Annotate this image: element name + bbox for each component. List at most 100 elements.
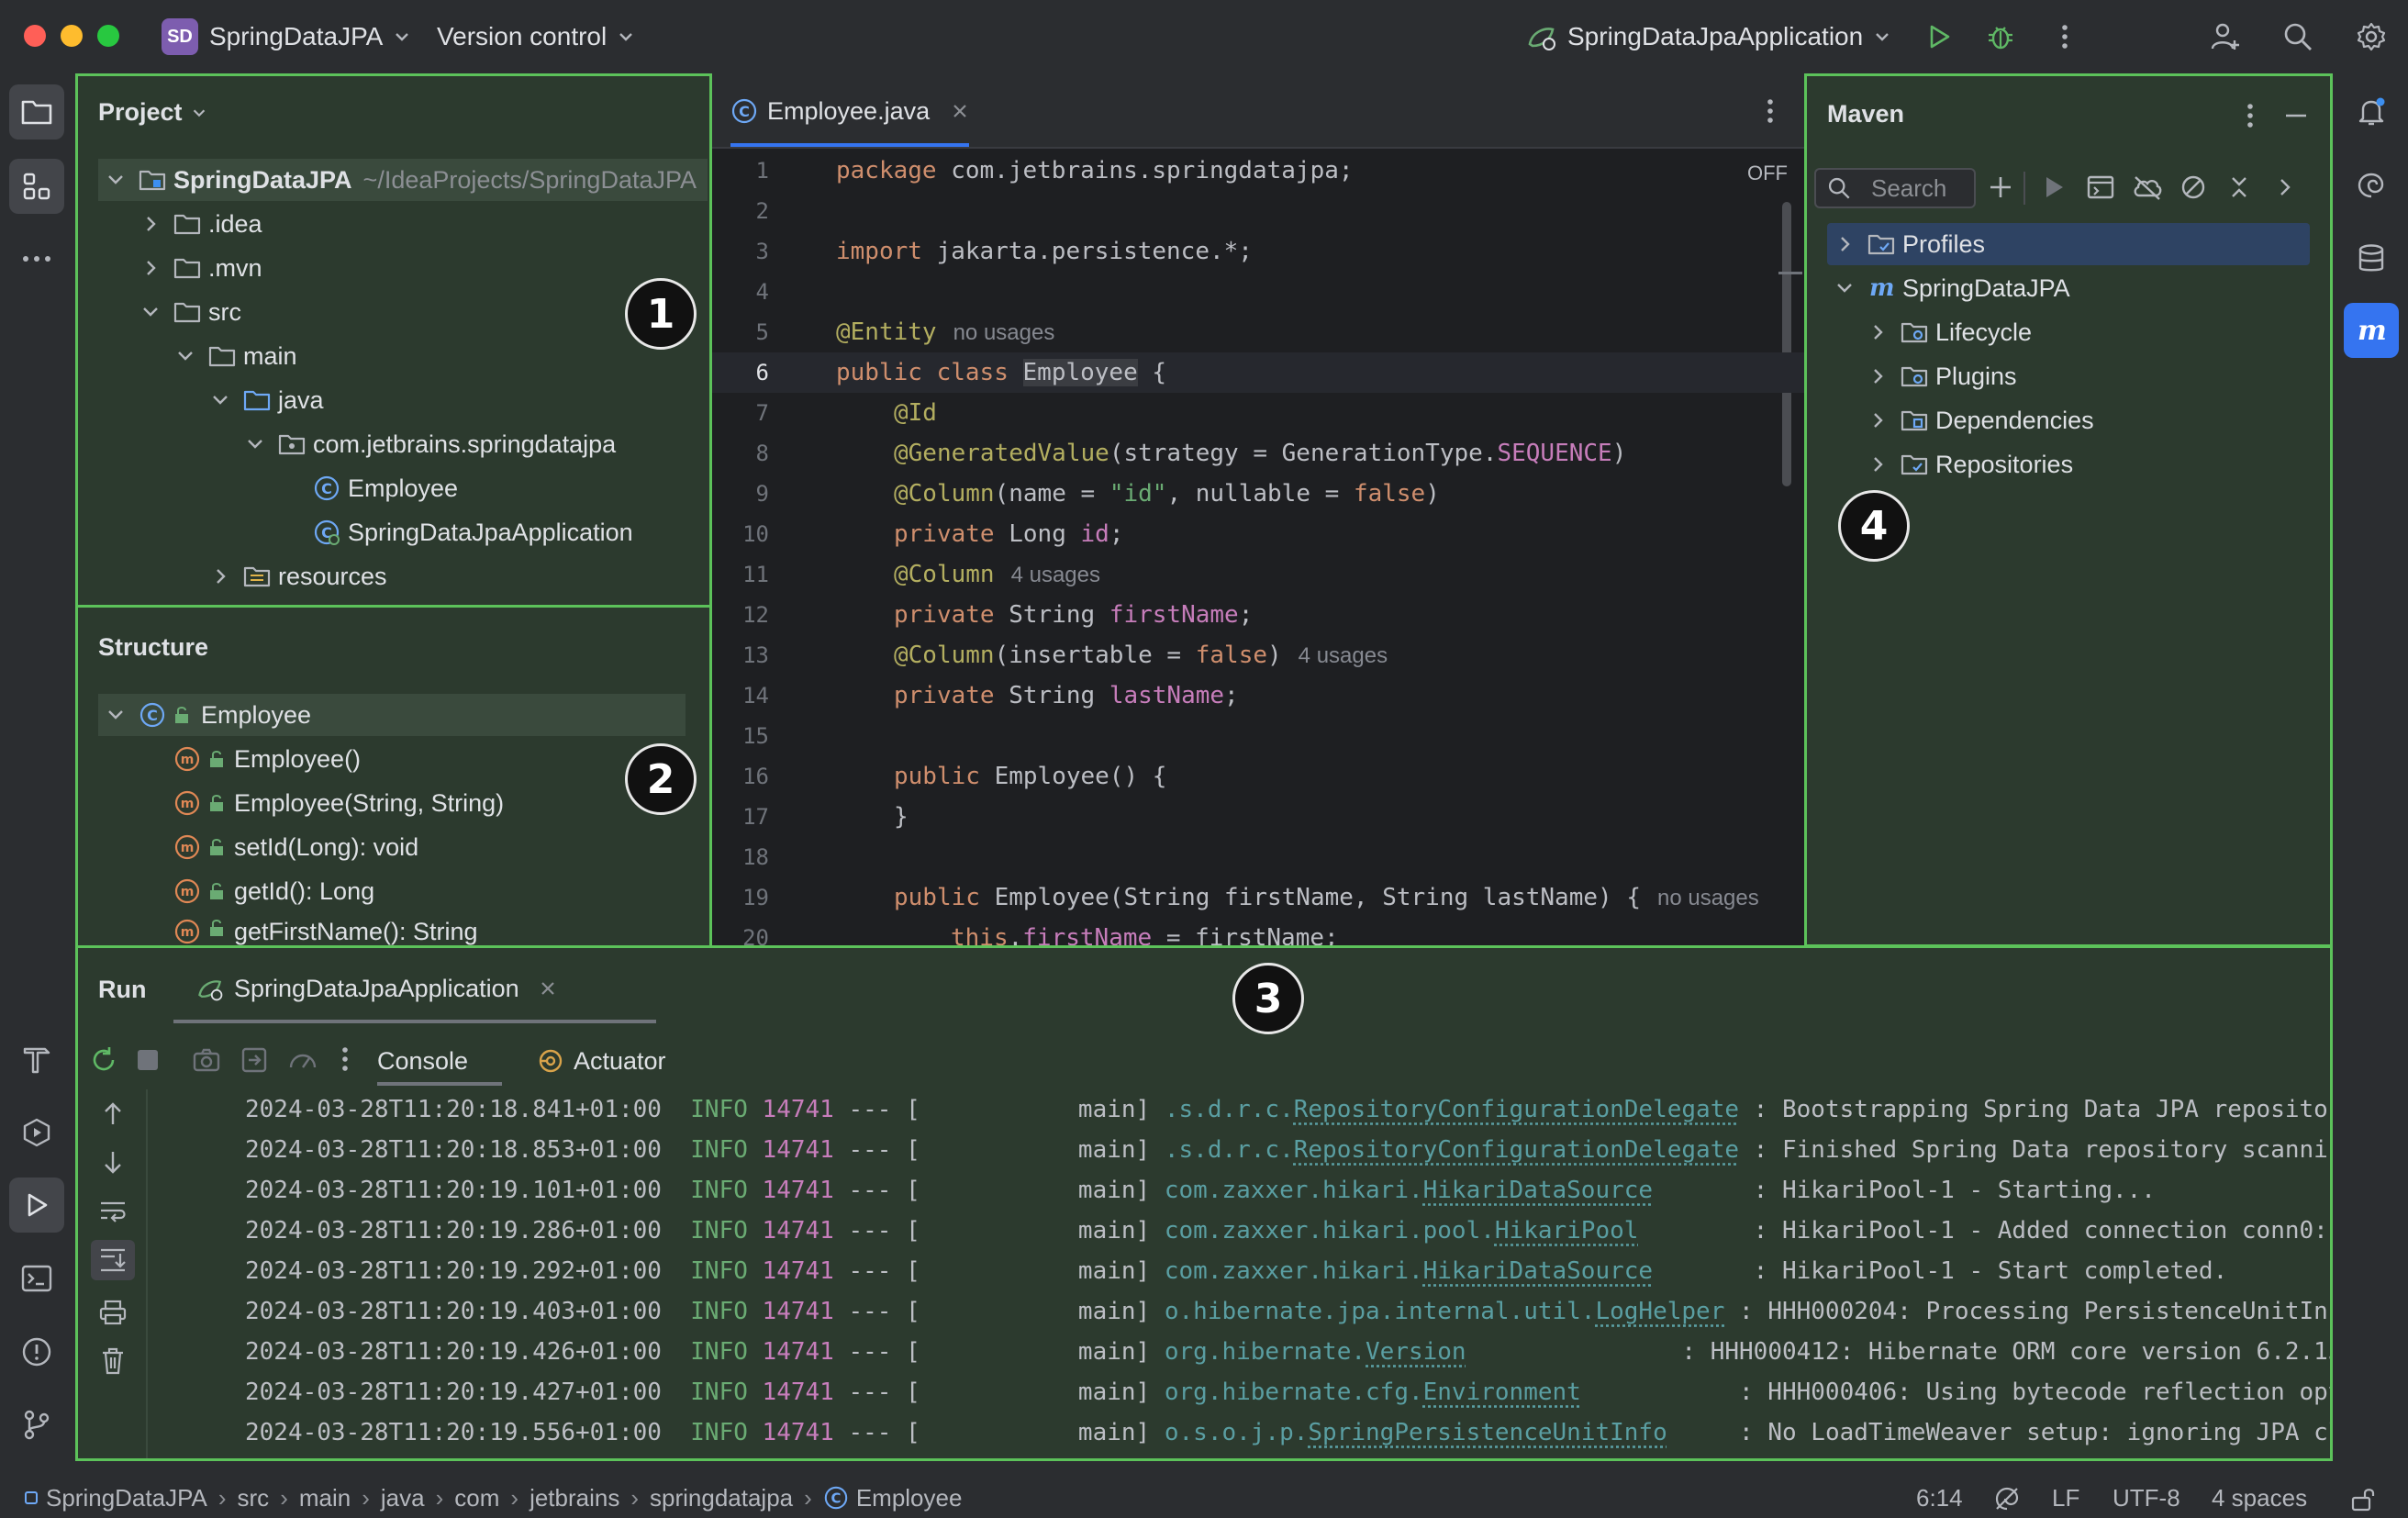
usages-hint[interactable]: 4 usages bbox=[1011, 563, 1100, 587]
tree-item-main[interactable]: main bbox=[175, 335, 297, 377]
unlock-icon[interactable] bbox=[2349, 1485, 2377, 1512]
debug-button[interactable] bbox=[1982, 18, 2019, 55]
tree-item-resources[interactable]: resources bbox=[210, 555, 387, 597]
close-window-button[interactable] bbox=[24, 25, 46, 47]
maven-tree-project[interactable]: m SpringDataJPA bbox=[1834, 267, 2070, 309]
tab-actuator[interactable]: Actuator bbox=[537, 1042, 666, 1080]
more-tools-button[interactable] bbox=[9, 231, 64, 286]
collapse-all-icon[interactable] bbox=[2225, 173, 2253, 201]
tree-item-src[interactable]: src bbox=[140, 291, 241, 333]
chevron-right-icon[interactable] bbox=[2275, 175, 2295, 199]
structure-item-class[interactable]: C Employee bbox=[98, 694, 686, 736]
database-tool-button[interactable] bbox=[2344, 231, 2399, 286]
maven-tree-profiles[interactable]: Profiles bbox=[1827, 223, 2310, 265]
breadcrumb-item[interactable]: com bbox=[454, 1484, 499, 1512]
more-vertical-icon[interactable] bbox=[1766, 97, 1775, 125]
caret-position[interactable]: 6:14 bbox=[1916, 1484, 1963, 1512]
skip-tests-icon[interactable] bbox=[2179, 173, 2207, 201]
build-tool-button[interactable] bbox=[9, 1032, 64, 1087]
ai-off-icon[interactable] bbox=[1993, 1485, 2021, 1512]
more-vertical-icon[interactable] bbox=[340, 1045, 350, 1073]
tree-item-java[interactable]: java bbox=[210, 379, 324, 421]
camera-icon[interactable] bbox=[192, 1045, 221, 1075]
maven-tree-dependencies[interactable]: Dependencies bbox=[1867, 399, 2094, 441]
structure-item-method[interactable]: m getFirstName(): String bbox=[173, 914, 478, 945]
usages-hint[interactable]: 4 usages bbox=[1299, 643, 1388, 668]
maven-tool-button[interactable]: m bbox=[2344, 303, 2399, 358]
project-view-selector[interactable]: Project bbox=[98, 98, 208, 127]
maven-tree-plugins[interactable]: Plugins bbox=[1867, 355, 2017, 397]
breadcrumb-item[interactable]: SpringDataJPA bbox=[46, 1484, 207, 1512]
log-logger-link[interactable]: o.hibernate.jpa.internal.util.LogHelper bbox=[1165, 1298, 1725, 1325]
play-icon[interactable] bbox=[2040, 173, 2068, 201]
tree-item-mvn[interactable]: .mvn bbox=[140, 247, 262, 289]
breadcrumb-item[interactable]: java bbox=[381, 1484, 425, 1512]
run-button[interactable] bbox=[1921, 18, 1957, 55]
usages-hint[interactable]: no usages bbox=[1657, 886, 1759, 910]
terminal-tool-button[interactable] bbox=[9, 1251, 64, 1306]
more-vertical-icon[interactable] bbox=[2246, 102, 2255, 129]
run-tab-application[interactable]: SpringDataJpaApplication bbox=[195, 966, 556, 1010]
code-with-me-button[interactable] bbox=[2207, 18, 2244, 55]
search-everywhere-button[interactable] bbox=[2280, 18, 2316, 55]
log-logger-link[interactable]: .s.d.r.c.RepositoryConfigurationDelegate bbox=[1165, 1136, 1739, 1164]
log-logger-link[interactable]: o.s.o.j.p.SpringPersistenceUnitInfo bbox=[1165, 1419, 1667, 1446]
structure-item-method[interactable]: m setId(Long): void bbox=[173, 826, 418, 868]
tree-item-application[interactable]: C SpringDataJpaApplication bbox=[313, 511, 633, 553]
project-tool-button[interactable] bbox=[9, 84, 64, 140]
breadcrumb-item[interactable]: src bbox=[238, 1484, 270, 1512]
code-area[interactable]: 1 package com.jetbrains.springdatajpa; 2 … bbox=[712, 151, 1806, 945]
structure-tool-button[interactable] bbox=[9, 159, 64, 214]
breadcrumb-item[interactable]: jetbrains bbox=[530, 1484, 619, 1512]
close-icon[interactable] bbox=[540, 980, 556, 997]
log-logger-link[interactable]: com.zaxxer.hikari.pool.HikariPool bbox=[1165, 1217, 1639, 1245]
profiler-icon[interactable] bbox=[287, 1045, 318, 1075]
editor-tab-employee[interactable]: C Employee.java bbox=[730, 90, 968, 132]
line-separator[interactable]: LF bbox=[2052, 1484, 2079, 1512]
tree-item-idea[interactable]: .idea bbox=[140, 203, 262, 245]
log-logger-link[interactable]: org.hibernate.cfg.Environment bbox=[1165, 1378, 1581, 1406]
project-switcher[interactable]: SD SpringDataJPA bbox=[162, 17, 412, 57]
tab-console[interactable]: Console bbox=[377, 1042, 468, 1080]
log-logger-link[interactable]: org.hibernate.Version bbox=[1165, 1338, 1466, 1366]
export-icon[interactable] bbox=[240, 1045, 269, 1075]
log-logger-link[interactable]: com.zaxxer.hikari.HikariDataSource bbox=[1165, 1177, 1653, 1204]
offline-mode-icon[interactable] bbox=[2132, 173, 2163, 201]
add-icon[interactable] bbox=[1987, 173, 2014, 201]
maven-tree-lifecycle[interactable]: Lifecycle bbox=[1867, 311, 2032, 353]
structure-item-method[interactable]: m Employee() bbox=[173, 738, 361, 780]
version-control-menu[interactable]: Version control bbox=[437, 17, 636, 57]
execute-goal-icon[interactable] bbox=[2086, 173, 2115, 201]
zoom-window-button[interactable] bbox=[97, 25, 119, 47]
tree-item-employee[interactable]: C Employee bbox=[313, 467, 458, 509]
maven-tree-repositories[interactable]: Repositories bbox=[1867, 443, 2073, 486]
maven-search-input[interactable]: Search bbox=[1814, 168, 1976, 208]
breadcrumb-item[interactable]: Employee bbox=[856, 1484, 963, 1512]
tree-item-package[interactable]: com.jetbrains.springdatajpa bbox=[245, 423, 616, 465]
run-tool-button[interactable] bbox=[9, 1178, 64, 1233]
usages-hint[interactable]: no usages bbox=[953, 320, 1055, 345]
minimize-window-button[interactable] bbox=[61, 25, 83, 47]
close-icon[interactable] bbox=[952, 103, 968, 119]
minimize-icon[interactable] bbox=[2284, 113, 2308, 118]
tree-item-project-root[interactable]: SpringDataJPA ~/IdeaProjects/SpringDataJ… bbox=[98, 159, 708, 201]
settings-button[interactable] bbox=[2353, 18, 2390, 55]
indent-setting[interactable]: 4 spaces bbox=[2212, 1484, 2307, 1512]
rerun-icon[interactable] bbox=[89, 1045, 118, 1075]
more-actions-button[interactable] bbox=[2046, 18, 2083, 55]
structure-item-method[interactable]: m getId(): Long bbox=[173, 870, 374, 912]
notifications-button[interactable] bbox=[2344, 84, 2399, 140]
problems-tool-button[interactable] bbox=[9, 1324, 64, 1379]
stop-icon[interactable] bbox=[135, 1047, 161, 1073]
ai-assistant-button[interactable] bbox=[2344, 158, 2399, 213]
breadcrumb-item[interactable]: springdatajpa bbox=[650, 1484, 793, 1512]
services-tool-button[interactable] bbox=[9, 1105, 64, 1160]
structure-item-method[interactable]: m Employee(String, String) bbox=[173, 782, 504, 824]
breadcrumb-item[interactable]: main bbox=[299, 1484, 351, 1512]
git-tool-button[interactable] bbox=[9, 1397, 64, 1452]
log-logger-link[interactable]: .s.d.r.c.RepositoryConfigurationDelegate bbox=[1165, 1096, 1739, 1123]
file-encoding[interactable]: UTF-8 bbox=[2113, 1484, 2180, 1512]
log-logger-link[interactable]: com.zaxxer.hikari.HikariDataSource bbox=[1165, 1257, 1653, 1285]
run-configuration-selector[interactable]: SpringDataJpaApplication bbox=[1525, 17, 1892, 57]
console-output[interactable]: 2024-03-28T11:20:18.841+01:00 INFO 14741… bbox=[78, 1089, 2330, 1458]
